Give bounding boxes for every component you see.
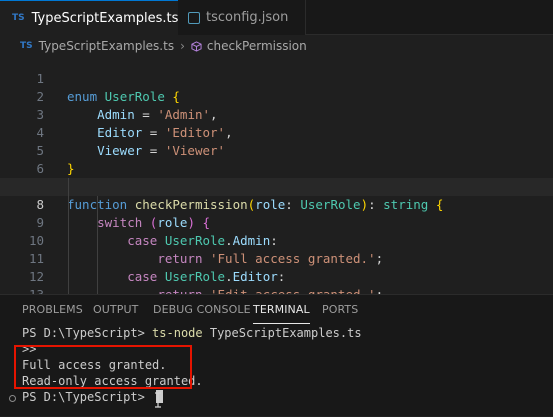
code-line: 11 case UserRole.Editor: (0, 232, 553, 284)
typescript-file-icon: TS (20, 41, 33, 51)
editor-tab-bar: TS TypeScriptExamples.ts ✕ tsconfig.json (0, 0, 553, 35)
terminal-line: PS D:\TypeScript> (22, 389, 164, 405)
code-line-current: 8 switch (role) { (0, 178, 553, 230)
terminal-line: PS D:\TypeScript> ts-node TypeScriptExam… (22, 325, 362, 341)
tab-typescriptexamples[interactable]: TS TypeScriptExamples.ts ✕ (0, 0, 202, 35)
code-line: 5 } (0, 124, 553, 176)
code-line: 14 return 'Read-only access granted.'; (0, 286, 553, 294)
tab-problems[interactable]: PROBLEMS (22, 303, 83, 323)
code-line: 9 case UserRole.Admin: (0, 196, 553, 248)
method-cube-icon (191, 40, 202, 52)
typescript-file-icon: TS (12, 13, 25, 23)
tab-debug-console[interactable]: DEBUG CONSOLE (153, 303, 251, 323)
breadcrumb-symbol[interactable]: checkPermission (207, 39, 307, 53)
text-cursor-icon (155, 392, 161, 408)
indent-guide (68, 178, 69, 294)
json-file-icon (188, 11, 200, 24)
circle-icon (9, 395, 16, 402)
code-line: 10 return 'Full access granted.'; (0, 214, 553, 266)
tab-ports[interactable]: PORTS (322, 303, 358, 323)
code-line: 1 enum UserRole { (0, 52, 553, 104)
tab-tsconfig[interactable]: tsconfig.json (178, 0, 306, 35)
terminal-prompt: PS D:\TypeScript> (22, 390, 153, 404)
tab-label: tsconfig.json (206, 10, 289, 25)
chevron-right-icon: › (180, 39, 185, 53)
code-line: 3 Editor = 'Editor', (0, 88, 553, 140)
code-editor[interactable]: 1 enum UserRole { 2 Admin = 'Admin', 3 E… (0, 52, 553, 294)
tab-terminal[interactable]: TERMINAL (253, 303, 310, 324)
terminal-prompt: PS D:\TypeScript> (22, 326, 153, 340)
output-highlight-box (14, 345, 192, 389)
code-line: 2 Admin = 'Admin', (0, 70, 553, 122)
terminal-command: ts-node (152, 326, 203, 340)
tab-output[interactable]: OUTPUT (93, 303, 138, 323)
code-line: 13 case UserRole.Viewer: (0, 268, 553, 294)
indent-guide (97, 196, 98, 294)
code-line: 6 (0, 142, 553, 176)
code-line: 12 return 'Edit access granted.'; (0, 250, 553, 294)
code-line: 7 function checkPermission(role: UserRol… (0, 160, 553, 212)
breadcrumb-file[interactable]: TypeScriptExamples.ts (39, 39, 174, 53)
tab-label: TypeScriptExamples.ts (31, 10, 179, 26)
terminal-command-arg: TypeScriptExamples.ts (202, 326, 362, 340)
code-line: 4 Viewer = 'Viewer' (0, 106, 553, 158)
